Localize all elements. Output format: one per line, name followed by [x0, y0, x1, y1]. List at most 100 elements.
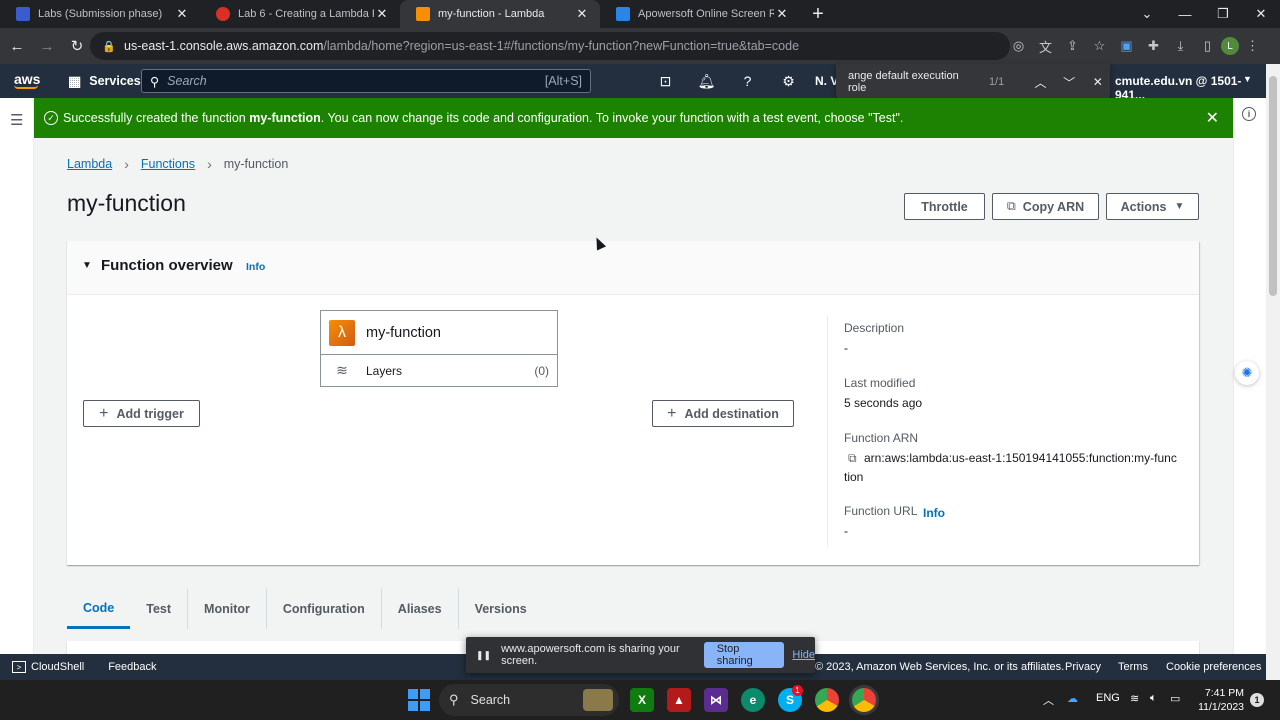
tab-search-icon[interactable]: ⌄ [1128, 0, 1166, 28]
downloads-icon[interactable]: ⤓ [1167, 35, 1194, 57]
find-close-icon[interactable]: ✕ [1085, 75, 1110, 89]
function-arn-value-wrap: tion [844, 470, 864, 484]
aws-search-input[interactable]: ⚲ Search [Alt+S] [141, 69, 591, 93]
stop-sharing-button[interactable]: Stop sharing [703, 642, 785, 668]
close-tab-icon[interactable]: ✕ [374, 6, 390, 22]
minimize-icon[interactable]: — [1166, 0, 1204, 28]
feedback-link[interactable]: Feedback [108, 661, 156, 673]
visual-studio-icon[interactable]: ⋈ [704, 688, 728, 712]
windows-start-icon[interactable] [408, 689, 430, 711]
tab-configuration[interactable]: Configuration [267, 589, 382, 629]
clock-date: 11/1/2023 [1198, 701, 1244, 713]
function-node[interactable]: λ my-function [321, 311, 557, 355]
close-tab-icon[interactable]: ✕ [774, 6, 790, 22]
extension-blue-icon[interactable]: ▣ [1113, 35, 1140, 57]
browser-tab-lambda[interactable]: my-function - Lambda ✕ [400, 0, 600, 28]
services-label: Services [89, 74, 141, 88]
tab-versions[interactable]: Versions [459, 589, 543, 629]
chrome-menu-icon[interactable]: ⋮ [1239, 35, 1266, 57]
side-panel-icon[interactable]: ▯ [1194, 35, 1221, 57]
cloudshell-footer-button[interactable]: > CloudShell [12, 661, 84, 673]
account-dropdown-icon[interactable]: ▼ [1243, 74, 1252, 84]
close-tab-icon[interactable]: ✕ [174, 6, 190, 22]
collapse-triangle-icon[interactable]: ▼ [82, 260, 92, 271]
bookmark-star-icon[interactable]: ☆ [1086, 35, 1113, 57]
scrollbar-thumb[interactable] [1269, 76, 1277, 296]
wifi-icon[interactable]: ≋ [1130, 692, 1139, 705]
xbox-icon[interactable]: X [630, 688, 654, 712]
forward-icon[interactable]: → [34, 33, 60, 59]
function-url-info-link[interactable]: Info [923, 506, 945, 520]
add-trigger-button[interactable]: + Add trigger [83, 400, 200, 427]
system-clock[interactable]: 7:41 PM 11/1/2023 [1180, 686, 1244, 714]
hide-share-banner-link[interactable]: Hide [792, 649, 815, 661]
close-window-icon[interactable]: ✕ [1242, 0, 1280, 28]
tray-chevron-icon[interactable]: ︿ [1043, 692, 1054, 708]
breadcrumb-lambda[interactable]: Lambda [67, 157, 112, 171]
throttle-button[interactable]: Throttle [904, 193, 985, 220]
chrome-icon[interactable] [815, 688, 839, 712]
page-scrollbar[interactable] [1266, 64, 1280, 680]
chrome-active-icon[interactable] [852, 688, 876, 712]
assistant-bubble-icon[interactable]: ✺ [1235, 361, 1259, 385]
share-icon[interactable]: ⇪ [1059, 35, 1086, 57]
aws-logo[interactable]: aws [14, 72, 44, 89]
browser-tab-apowersoft[interactable]: Apowersoft Online Screen R ✕ [600, 0, 800, 28]
cookie-preferences-link[interactable]: Cookie preferences [1166, 661, 1261, 673]
overview-info-link[interactable]: Info [246, 261, 265, 273]
reload-icon[interactable]: ↻ [64, 33, 90, 59]
profile-avatar[interactable]: L [1221, 37, 1239, 55]
info-panel-icon[interactable]: i [1242, 107, 1256, 121]
edge-icon[interactable]: e [741, 688, 765, 712]
back-icon[interactable]: ← [4, 33, 30, 59]
taskbar-search[interactable]: ⚲ Search [439, 684, 619, 716]
windows-taskbar: ⚲ Search X ▲ ⋈ e S 1 ︿ ☁ ENG ≋ 🔈︎ ▭ 7:41… [0, 680, 1280, 720]
services-menu[interactable]: ▦ Services [68, 73, 141, 90]
share-message: www.apowersoft.com is sharing your scree… [501, 643, 680, 667]
translate-icon[interactable]: 文 [1032, 35, 1059, 57]
browser-tab-lab6[interactable]: Lab 6 - Creating a Lambda Func ✕ [200, 0, 400, 28]
copy-arn-icon[interactable]: ⧉ [848, 451, 857, 466]
copy-arn-label: Copy ARN [1022, 199, 1085, 214]
find-query[interactable]: ange default execution role [848, 70, 973, 94]
breadcrumb-functions[interactable]: Functions [141, 157, 195, 171]
screen-share-banner: ❚❚ www.apowersoft.com is sharing your sc… [466, 637, 815, 673]
battery-icon[interactable]: ▭ [1170, 692, 1180, 705]
description-value: - [844, 341, 848, 355]
volume-icon[interactable]: 🔈︎ [1150, 692, 1157, 705]
find-next-icon[interactable]: ﹀ [1057, 74, 1082, 91]
tab-code[interactable]: Code [67, 589, 131, 629]
new-tab-icon[interactable]: + [806, 0, 830, 28]
tab-monitor[interactable]: Monitor [188, 589, 267, 629]
maximize-icon[interactable]: ❐ [1204, 0, 1242, 28]
flash-prefix: Successfully created the function [63, 111, 250, 125]
close-tab-icon[interactable]: ✕ [574, 6, 590, 22]
privacy-link[interactable]: Privacy [1065, 661, 1101, 673]
lens-icon[interactable]: ◎ [1005, 35, 1032, 57]
address-bar[interactable]: 🔒 us-east-1.console.aws.amazon.com/lambd… [90, 32, 1010, 60]
browser-tab-labs[interactable]: Labs (Submission phase) ✕ [0, 0, 200, 28]
dismiss-flash-icon[interactable]: ✕ [1206, 108, 1219, 128]
layers-count: (0) [534, 363, 549, 378]
function-overview-panel: ▼ Function overview Info λ my-function ≋… [67, 241, 1199, 565]
add-destination-button[interactable]: + Add destination [652, 400, 794, 427]
cloudshell-icon[interactable]: ⊡ [645, 73, 686, 90]
tab-test[interactable]: Test [130, 589, 189, 629]
extensions-puzzle-icon[interactable]: ✚ [1140, 35, 1167, 57]
red-app-icon[interactable]: ▲ [667, 688, 691, 712]
overview-header[interactable]: ▼ Function overview Info [67, 241, 1199, 295]
notifications-icon[interactable]: 1 [1250, 693, 1264, 707]
copy-arn-button[interactable]: ⧉ Copy ARN [992, 193, 1099, 220]
terms-link[interactable]: Terms [1118, 661, 1148, 673]
tab-aliases[interactable]: Aliases [382, 589, 459, 629]
onedrive-icon[interactable]: ☁ [1067, 692, 1078, 705]
notifications-bell-icon[interactable]: 🔔︎ [686, 73, 727, 90]
language-indicator[interactable]: ENG [1096, 692, 1120, 704]
help-icon[interactable]: ? [727, 73, 768, 89]
search-icon: ⚲ [150, 74, 160, 89]
layers-node[interactable]: ≋ Layers (0) [321, 355, 557, 386]
settings-gear-icon[interactable]: ⚙ [768, 73, 809, 90]
hamburger-menu-icon[interactable]: ☰ [10, 111, 23, 129]
find-prev-icon[interactable]: ︿ [1028, 74, 1053, 91]
actions-dropdown-button[interactable]: Actions ▼ [1106, 193, 1199, 220]
